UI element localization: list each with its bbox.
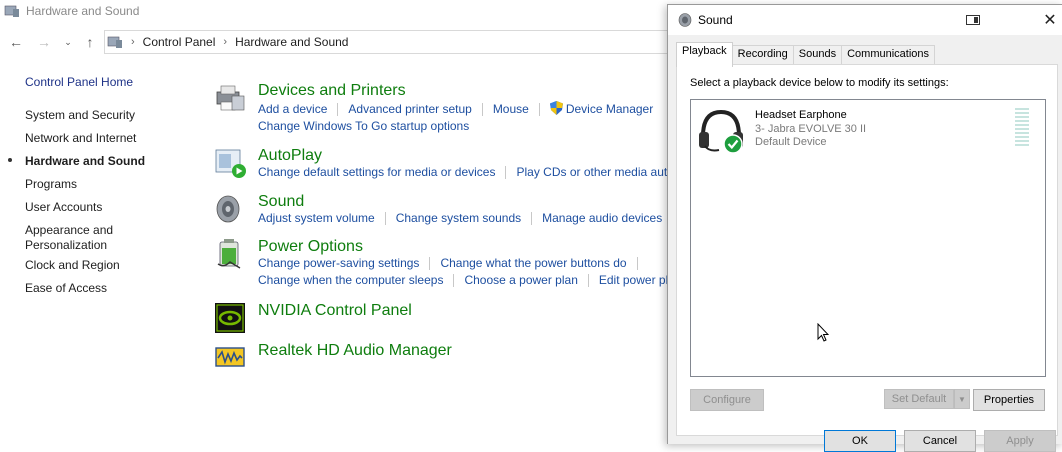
- windows-to-go-link[interactable]: Change Windows To Go startup options: [258, 119, 469, 133]
- power-options-title[interactable]: Power Options: [258, 238, 363, 256]
- sound-links: Adjust system volume Change system sounds…: [258, 211, 662, 226]
- device-item-headset[interactable]: Headset Earphone 3- Jabra EVOLVE 30 II D…: [691, 100, 1045, 160]
- dialog-title: Sound: [698, 13, 733, 27]
- link-divider: [384, 212, 386, 226]
- instruction-text: Select a playback device below to modify…: [690, 77, 949, 89]
- devices-printers-title[interactable]: Devices and Printers: [258, 82, 406, 100]
- tab-recording[interactable]: Recording: [731, 45, 794, 66]
- mouse-link[interactable]: Mouse: [493, 102, 529, 116]
- sound-title[interactable]: Sound: [258, 193, 304, 211]
- speaker-icon: [216, 195, 240, 223]
- link-divider: [587, 274, 589, 288]
- edit-power-plan-link[interactable]: Edit power pl: [599, 273, 668, 287]
- back-arrow-icon[interactable]: ←: [6, 32, 26, 52]
- control-panel-icon: [107, 36, 122, 48]
- link-divider: [481, 103, 483, 117]
- control-panel-icon: [4, 5, 19, 17]
- sidebar-item-clock-region[interactable]: Clock and Region: [25, 258, 120, 273]
- sidebar-item-ease-of-access[interactable]: Ease of Access: [25, 281, 107, 296]
- mouse-cursor-icon: [817, 323, 829, 342]
- device-name: Headset Earphone: [755, 109, 847, 121]
- adjust-volume-link[interactable]: Adjust system volume: [258, 211, 375, 225]
- sidebar-item-programs[interactable]: Programs: [25, 177, 77, 192]
- sidebar-item-home[interactable]: Control Panel Home: [25, 75, 133, 90]
- window-title: Hardware and Sound: [26, 4, 140, 18]
- playback-panel: Select a playback device below to modify…: [676, 64, 1058, 436]
- link-divider: [505, 166, 507, 180]
- properties-button[interactable]: Properties: [973, 389, 1045, 411]
- active-bullet-icon: [8, 158, 12, 162]
- sidebar-item-system-security[interactable]: System and Security: [25, 108, 135, 123]
- power-saving-link[interactable]: Change power-saving settings: [258, 256, 419, 270]
- uac-shield-icon: [549, 101, 563, 115]
- speaker-icon: [678, 13, 692, 27]
- link-divider: [531, 212, 533, 226]
- apply-button[interactable]: Apply: [984, 430, 1056, 452]
- computer-sleeps-link[interactable]: Change when the computer sleeps: [258, 273, 443, 287]
- power-links: Change power-saving settings Change what …: [258, 256, 648, 271]
- play-cds-link[interactable]: Play CDs or other media auto: [516, 165, 673, 179]
- device-status: Default Device: [755, 136, 827, 148]
- close-icon[interactable]: ✕: [1039, 9, 1061, 31]
- chevron-right-icon: ›: [131, 36, 135, 48]
- device-list[interactable]: Headset Earphone 3- Jabra EVOLVE 30 II D…: [690, 99, 1046, 377]
- dropdown-arrow-icon[interactable]: ▼: [954, 389, 970, 409]
- volume-level-meter: [1015, 108, 1029, 148]
- dialog-tabs: Playback Recording Sounds Communications: [676, 42, 936, 67]
- battery-icon: [217, 239, 241, 269]
- link-divider: [636, 257, 638, 271]
- sidebar-item-user-accounts[interactable]: User Accounts: [25, 200, 102, 215]
- manage-audio-devices-link[interactable]: Manage audio devices: [542, 211, 662, 225]
- realtek-audio-icon: [215, 347, 245, 367]
- devices-links: Add a device Advanced printer setup Mouse D…: [258, 101, 653, 117]
- headset-icon: [699, 109, 743, 154]
- breadcrumb-control-panel[interactable]: Control Panel: [143, 35, 216, 49]
- chevron-right-icon: ›: [223, 36, 228, 48]
- up-arrow-icon[interactable]: ↑: [80, 32, 100, 52]
- cancel-button[interactable]: Cancel: [904, 430, 976, 452]
- devices-links-row2: Change Windows To Go startup options: [258, 119, 469, 133]
- power-links-row2: Change when the computer sleeps Choose a …: [258, 273, 668, 288]
- sidebar-item-appearance[interactable]: Appearance and: [25, 223, 113, 238]
- link-divider: [429, 257, 431, 271]
- sidebar-item-network[interactable]: Network and Internet: [25, 131, 136, 146]
- link-divider: [538, 103, 540, 117]
- tab-communications[interactable]: Communications: [841, 45, 936, 66]
- breadcrumb-hardware-and-sound[interactable]: Hardware and Sound: [235, 35, 348, 49]
- dialog-titlebar: Sound ✕: [668, 5, 1062, 35]
- device-manager-link[interactable]: Device Manager: [566, 102, 653, 116]
- navigation-bar: ← → ⌄ ↑ › Control Panel › Hardware and S…: [0, 30, 670, 54]
- choose-power-plan-link[interactable]: Choose a power plan: [464, 273, 577, 287]
- sound-dialog: Sound ✕ Playback Recording Sounds Commun…: [667, 4, 1062, 452]
- ok-button[interactable]: OK: [824, 430, 896, 452]
- nvidia-title[interactable]: NVIDIA Control Panel: [258, 302, 412, 320]
- sidebar-item-personalization[interactable]: Personalization: [25, 238, 107, 253]
- configure-button[interactable]: Configure: [690, 389, 764, 411]
- link-divider: [453, 274, 455, 288]
- window-switch-icon[interactable]: [962, 9, 984, 31]
- sidebar-item-hardware-sound[interactable]: Hardware and Sound: [25, 154, 145, 169]
- recent-locations-chevron-icon[interactable]: ⌄: [58, 32, 78, 52]
- printer-icon: [216, 85, 245, 111]
- power-buttons-link[interactable]: Change what the power buttons do: [440, 256, 626, 270]
- forward-arrow-icon[interactable]: →: [34, 32, 54, 52]
- add-device-link[interactable]: Add a device: [258, 102, 327, 116]
- control-panel-titlebar: Hardware and Sound: [0, 0, 660, 22]
- device-description: 3- Jabra EVOLVE 30 II: [755, 123, 867, 135]
- nvidia-icon: [215, 303, 245, 333]
- change-system-sounds-link[interactable]: Change system sounds: [396, 211, 521, 225]
- realtek-title[interactable]: Realtek HD Audio Manager: [258, 342, 452, 360]
- tab-sounds[interactable]: Sounds: [792, 45, 843, 66]
- set-default-button[interactable]: Set Default: [884, 389, 954, 409]
- link-divider: [337, 103, 339, 117]
- autoplay-links: Change default settings for media or dev…: [258, 165, 674, 180]
- set-default-split-button[interactable]: Set Default ▼: [884, 389, 970, 409]
- autoplay-title[interactable]: AutoPlay: [258, 147, 322, 165]
- tab-playback[interactable]: Playback: [676, 42, 733, 67]
- address-box[interactable]: › Control Panel › Hardware and Sound: [104, 30, 670, 54]
- autoplay-icon: [215, 149, 246, 178]
- advanced-printer-setup-link[interactable]: Advanced printer setup: [348, 102, 471, 116]
- change-default-settings-link[interactable]: Change default settings for media or dev…: [258, 165, 495, 179]
